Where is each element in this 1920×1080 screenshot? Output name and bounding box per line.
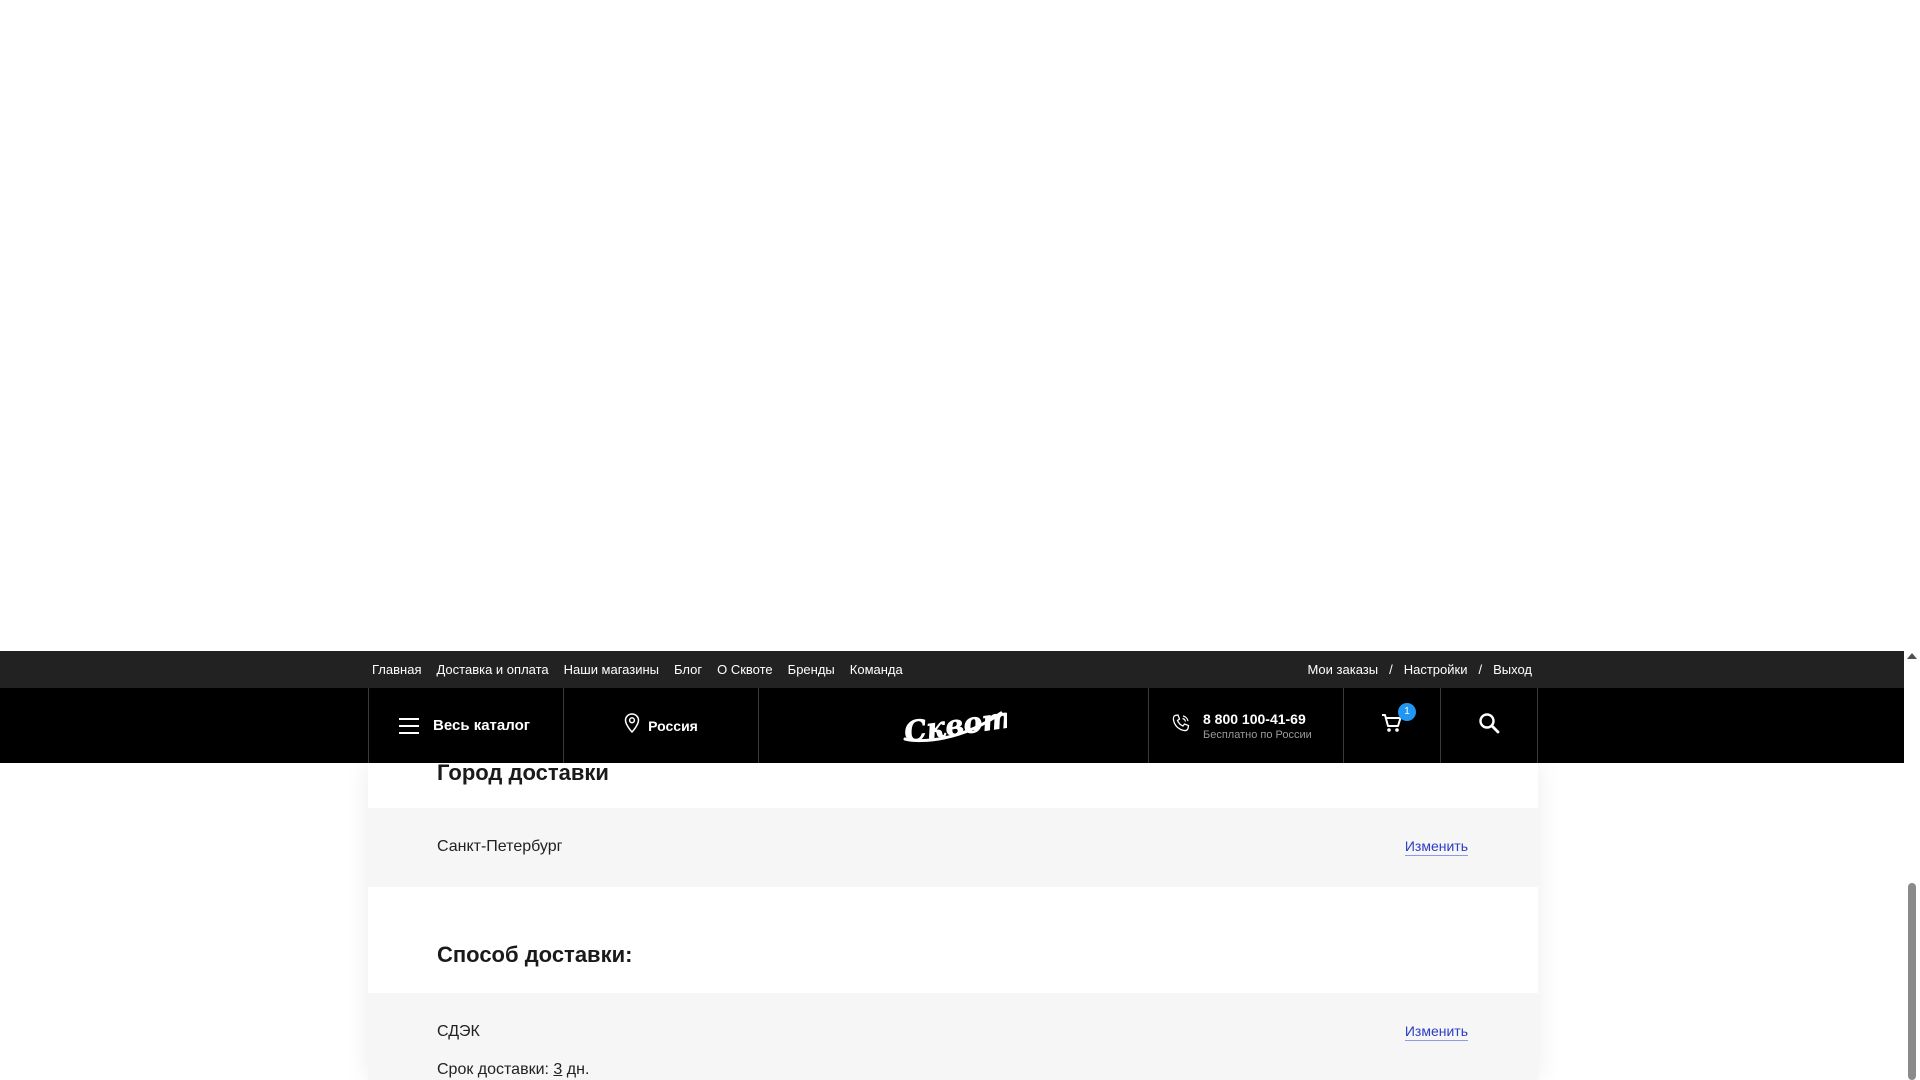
my-orders-link[interactable]: Мои заказы bbox=[1307, 662, 1378, 677]
delivery-term: Срок доставки: 3 дн. bbox=[437, 1061, 589, 1079]
nav-link-home[interactable]: Главная bbox=[372, 662, 421, 677]
page-scrollbar[interactable] bbox=[1904, 651, 1920, 1080]
catalog-label: Весь каталог bbox=[433, 717, 530, 734]
change-city-link[interactable]: Изменить bbox=[1404, 838, 1468, 856]
phone-contact[interactable]: 8 800 100-41-69 Бесплатно по России bbox=[1149, 688, 1344, 763]
user-nav: Мои заказы / Настройки / Выход bbox=[1307, 651, 1532, 688]
phone-icon bbox=[1171, 713, 1191, 738]
region-label: Россия bbox=[648, 717, 698, 734]
delivery-method-title: Способ доставки: bbox=[437, 942, 633, 967]
site-logo[interactable]: Сквот bbox=[759, 688, 1149, 763]
region-selector[interactable]: Россия bbox=[564, 688, 759, 763]
delivery-method-row: СДЭК Изменить Срок доставки: 3 дн. bbox=[368, 993, 1538, 1080]
phone-number: 8 800 100-41-69 bbox=[1203, 710, 1306, 727]
nav-link-delivery[interactable]: Доставка и оплата bbox=[436, 662, 548, 677]
separator: / bbox=[1478, 662, 1483, 677]
nav-link-about[interactable]: О Сквоте bbox=[717, 662, 773, 677]
logout-link[interactable]: Выход bbox=[1493, 662, 1532, 677]
catalog-button[interactable]: Весь каталог bbox=[369, 688, 564, 763]
nav-link-team[interactable]: Команда bbox=[850, 662, 903, 677]
nav-link-blog[interactable]: Блог bbox=[674, 662, 702, 677]
delivery-term-days: 3 bbox=[553, 1061, 563, 1078]
scrollbar-thumb[interactable] bbox=[1908, 883, 1916, 1080]
change-method-link[interactable]: Изменить bbox=[1404, 1023, 1468, 1041]
delivery-card: Город доставки Санкт-Петербург Изменить … bbox=[368, 760, 1538, 1080]
cart-count-badge: 1 bbox=[1398, 703, 1416, 721]
search-icon bbox=[1478, 712, 1500, 739]
nav-link-stores[interactable]: Наши магазины bbox=[564, 662, 659, 677]
delivery-term-prefix: Срок доставки: bbox=[437, 1061, 549, 1078]
delivery-city-value: Санкт-Петербург bbox=[437, 838, 563, 855]
separator: / bbox=[1389, 662, 1393, 677]
main-header: Весь каталог Россия Сквот 8 800 100-41-6… bbox=[0, 688, 1904, 763]
scroll-up-arrow-icon[interactable] bbox=[1907, 653, 1917, 659]
menu-icon bbox=[399, 717, 419, 734]
cart-button[interactable]: 1 bbox=[1344, 688, 1441, 763]
delivery-city-row: Санкт-Петербург Изменить bbox=[368, 808, 1538, 887]
site-nav: Главная Доставка и оплата Наши магазины … bbox=[372, 651, 918, 688]
phone-note: Бесплатно по России bbox=[1203, 728, 1312, 741]
top-navigation-bar: Главная Доставка и оплата Наши магазины … bbox=[0, 651, 1904, 688]
logo-mark: Сквот bbox=[901, 703, 1007, 749]
location-pin-icon bbox=[624, 713, 640, 738]
nav-link-brands[interactable]: Бренды bbox=[788, 662, 835, 677]
delivery-city-title: Город доставки bbox=[437, 760, 609, 785]
search-button[interactable] bbox=[1441, 688, 1538, 763]
delivery-method-value: СДЭК bbox=[437, 1023, 480, 1040]
logo-text: Сквот bbox=[902, 703, 1007, 749]
delivery-term-suffix: дн. bbox=[566, 1061, 590, 1078]
settings-link[interactable]: Настройки bbox=[1404, 662, 1468, 677]
